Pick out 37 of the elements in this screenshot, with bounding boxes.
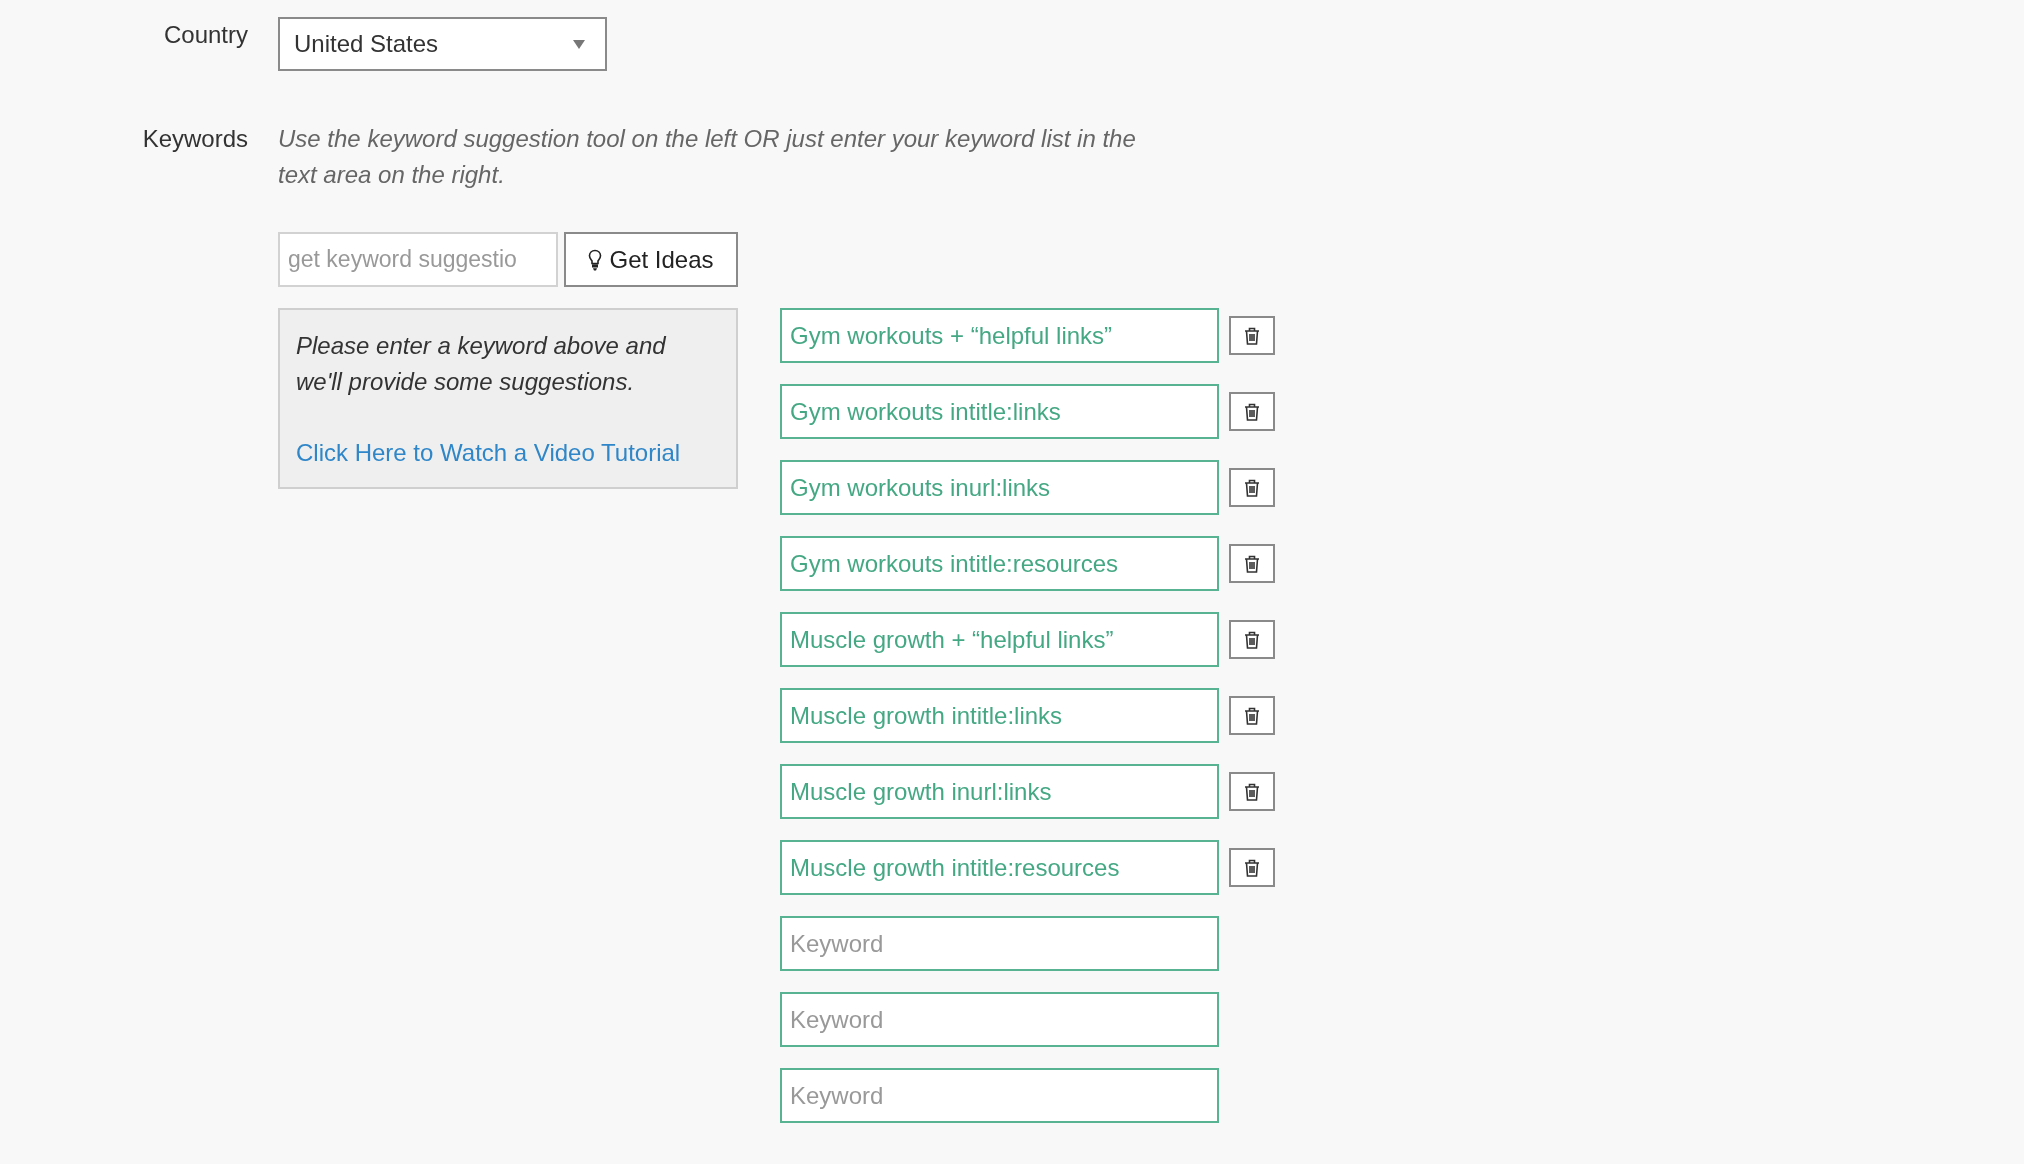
keyword-field[interactable]: Muscle growth intitle:resources [780, 840, 1219, 895]
suggestion-message: Please enter a keyword above and we'll provide some suggestions. [296, 331, 667, 397]
keyword-field[interactable]: Keyword [780, 916, 1219, 971]
keyword-field[interactable]: Gym workouts intitle:resources [780, 536, 1219, 591]
country-label: Country [163, 20, 248, 50]
delete-button[interactable] [1229, 544, 1275, 583]
trash-icon [1244, 706, 1260, 725]
keyword-suggestion-field[interactable]: get keyword suggestio [278, 232, 558, 287]
keyword-field[interactable]: Muscle growth + “helpful links” [780, 612, 1219, 667]
delete-button[interactable] [1229, 772, 1275, 811]
trash-icon [1244, 858, 1260, 877]
trash-icon [1244, 478, 1260, 497]
trash-icon [1244, 326, 1260, 345]
trash-icon [1244, 402, 1260, 421]
keywords-label: Keywords [142, 124, 248, 154]
delete-button[interactable] [1229, 468, 1275, 507]
trash-icon [1244, 554, 1260, 573]
delete-button[interactable] [1229, 316, 1275, 355]
delete-button[interactable] [1229, 696, 1275, 735]
keyword-field[interactable]: Keyword [780, 1068, 1219, 1123]
get-ideas-button[interactable]: Get Ideas [564, 232, 738, 287]
instructions-text: Use the keyword suggestion tool on the left OR just enter your keyword list in the text area on the right. [278, 124, 1137, 190]
trash-icon [1244, 782, 1260, 801]
delete-button[interactable] [1229, 620, 1275, 659]
keyword-field[interactable]: Keyword [780, 992, 1219, 1047]
lightbulb-icon [588, 248, 603, 271]
caret-icon [573, 39, 585, 49]
delete-button[interactable] [1229, 848, 1275, 887]
keyword-field[interactable]: Muscle growth inurl:links [780, 764, 1219, 819]
country-dropdown[interactable]: United States [278, 17, 607, 71]
delete-button[interactable] [1229, 392, 1275, 431]
trash-icon [1244, 630, 1260, 649]
keyword-field[interactable]: Gym workouts inurl:links [780, 460, 1219, 515]
video-tutorial-link[interactable]: Click Here to Watch a Video Tutorial [296, 435, 681, 471]
keyword-field[interactable]: Gym workouts + “helpful links” [780, 308, 1219, 363]
keyword-field[interactable]: Muscle growth intitle:links [780, 688, 1219, 743]
keyword-field[interactable]: Gym workouts intitle:links [780, 384, 1219, 439]
